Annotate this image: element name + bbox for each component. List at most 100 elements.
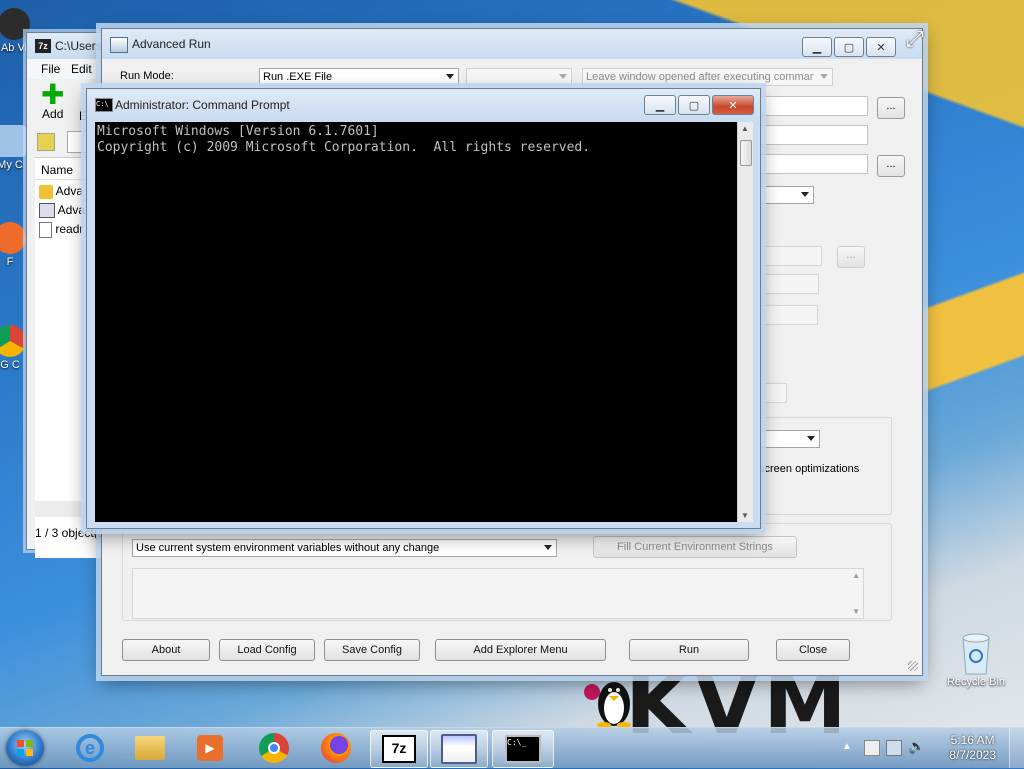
7zip-icon: 7z — [382, 735, 416, 763]
start-button[interactable] — [6, 730, 44, 766]
cmd-close-button[interactable]: ✕ — [712, 95, 754, 115]
cmd-titlebar[interactable]: C:\ Administrator: Command Prompt ▁ ▢ ✕ — [87, 89, 760, 119]
close-button[interactable]: ✕ — [866, 37, 896, 57]
taskbar-command-prompt[interactable]: C:\_ — [492, 730, 554, 768]
cmd-window[interactable]: C:\ Administrator: Command Prompt ▁ ▢ ✕ … — [86, 88, 761, 529]
minimize-icon: ▁ — [812, 41, 822, 54]
chrome-icon — [259, 733, 289, 763]
taskbar-media-player[interactable]: ▶ — [182, 730, 238, 766]
browse-directory-button[interactable]: ... — [877, 155, 905, 177]
add-button[interactable]: ✚ Add — [41, 79, 65, 122]
fill-environment-button[interactable]: Fill Current Environment Strings — [593, 536, 797, 558]
taskbar-advanced-run[interactable] — [430, 730, 488, 768]
text-file-icon — [39, 222, 52, 238]
chevron-down-icon — [559, 74, 567, 79]
firefox-icon — [0, 222, 26, 254]
recycle-bin-icon — [962, 633, 990, 675]
media-player-icon: ▶ — [197, 735, 223, 761]
run-mode-value: Run .EXE File — [263, 71, 333, 83]
taskbar-internet-explorer[interactable]: e — [62, 730, 118, 766]
resize-cursor-icon: ⤢ — [906, 26, 924, 51]
network-icon[interactable] — [886, 740, 902, 756]
taskbar-7zip[interactable]: 7z — [370, 730, 428, 768]
maximize-icon: ▢ — [688, 99, 700, 112]
minimize-button[interactable]: ▁ — [802, 37, 832, 57]
volume-icon[interactable]: 🔈 — [908, 738, 925, 755]
load-config-button[interactable]: Load Config — [219, 639, 315, 661]
internet-explorer-icon: e — [76, 734, 104, 762]
desktop-icon-label: Ab Vi — [0, 42, 28, 54]
scroll-up-icon: ▲ — [852, 571, 860, 580]
console-line-version: Microsoft Windows [Version 6.1.7601] — [97, 124, 379, 139]
close-dialog-button[interactable]: Close — [776, 639, 850, 661]
desktop-icon-label: My C — [0, 159, 23, 171]
save-config-button[interactable]: Save Config — [324, 639, 420, 661]
chevron-down-icon — [446, 74, 454, 79]
cmd-minimize-button[interactable]: ▁ — [644, 95, 676, 115]
scroll-down-icon: ▼ — [852, 607, 860, 616]
chevron-down-icon — [820, 74, 828, 79]
desktop-icon-label: Recycle Bin — [946, 676, 1006, 688]
scroll-down-icon[interactable]: ▼ — [741, 511, 749, 520]
minimize-icon: ▁ — [655, 99, 665, 112]
question-file-icon — [39, 184, 53, 199]
cmd-icon: C:\ — [95, 98, 113, 112]
computer-icon — [0, 125, 26, 157]
advanced-run-icon — [441, 734, 477, 764]
chevron-down-icon — [544, 545, 552, 550]
show-desktop-button[interactable] — [1009, 728, 1024, 768]
resize-grip-icon[interactable] — [908, 661, 918, 671]
advanced-run-titlebar[interactable]: Advanced Run ▁ ▢ ✕ — [102, 29, 922, 59]
browse-program-button[interactable]: ... — [877, 97, 905, 119]
action-center-icon[interactable] — [864, 740, 880, 756]
file-item-label: Adva — [55, 184, 84, 198]
cmd-vertical-scrollbar[interactable]: ▲ ▼ — [737, 122, 753, 522]
taskbar-firefox[interactable] — [308, 730, 364, 766]
run-mode-select[interactable]: Run .EXE File — [259, 68, 459, 86]
environment-mode-select[interactable]: Use current system environment variables… — [132, 539, 557, 557]
desktop-icon-recycle-bin[interactable]: Recycle Bin — [938, 632, 1014, 688]
taskbar-chrome[interactable] — [246, 730, 302, 766]
environment-strings-textarea[interactable]: ▲ ▼ — [132, 568, 864, 619]
add-explorer-menu-button[interactable]: Add Explorer Menu — [435, 639, 606, 661]
desktop-icon-label: G C — [0, 359, 20, 371]
scroll-thumb[interactable] — [740, 140, 752, 166]
sevenzip-title: C:\Users\ — [55, 39, 106, 53]
menu-edit[interactable]: Edit — [71, 62, 92, 76]
chevron-down-icon — [801, 192, 809, 197]
after-exec-select[interactable]: Leave window opened after executing comm… — [582, 68, 833, 86]
menu-file[interactable]: File — [41, 62, 60, 76]
cmd-maximize-button[interactable]: ▢ — [678, 95, 710, 115]
file-item-label: readr — [55, 222, 84, 237]
file-item-label: Adva — [57, 203, 86, 217]
program-select[interactable] — [466, 68, 572, 86]
screen-optimizations-label: screen optimizations — [759, 463, 860, 475]
browse-disabled-button[interactable]: ... — [837, 246, 865, 268]
window-file-icon — [39, 203, 55, 219]
environment-mode-value: Use current system environment variables… — [136, 542, 440, 554]
clock-date: 8/7/2023 — [949, 748, 996, 762]
up-folder-icon[interactable] — [37, 133, 55, 151]
clock[interactable]: 5:16 AM 8/7/2023 — [949, 733, 996, 763]
show-hidden-icons-icon[interactable]: ▲ — [842, 741, 852, 752]
file-item[interactable]: Adva — [39, 203, 86, 219]
advanced-run-title: Advanced Run — [132, 37, 211, 51]
run-mode-label: Run Mode: — [120, 70, 174, 82]
cmd-console[interactable]: Microsoft Windows [Version 6.1.7601] Cop… — [95, 122, 737, 522]
file-item[interactable]: readr — [39, 222, 83, 238]
scroll-up-icon[interactable]: ▲ — [741, 124, 749, 133]
run-button[interactable]: Run — [629, 639, 749, 661]
windows-logo-icon — [17, 740, 33, 756]
taskbar-file-explorer[interactable] — [122, 730, 178, 766]
system-tray: ▲ 🔈 5:16 AM 8/7/2023 — [834, 728, 1024, 768]
add-label: Add — [42, 107, 64, 121]
plus-icon: ✚ — [41, 79, 65, 110]
maximize-button[interactable]: ▢ — [834, 37, 864, 57]
cmd-title: Administrator: Command Prompt — [115, 98, 290, 112]
file-item[interactable]: Adva — [39, 184, 83, 199]
chevron-down-icon — [807, 436, 815, 441]
console-line-copyright: Copyright (c) 2009 Microsoft Corporation… — [97, 140, 591, 155]
about-button[interactable]: About — [122, 639, 210, 661]
cmd-icon: C:\_ — [505, 735, 541, 763]
clock-time: 5:16 AM — [950, 733, 995, 747]
